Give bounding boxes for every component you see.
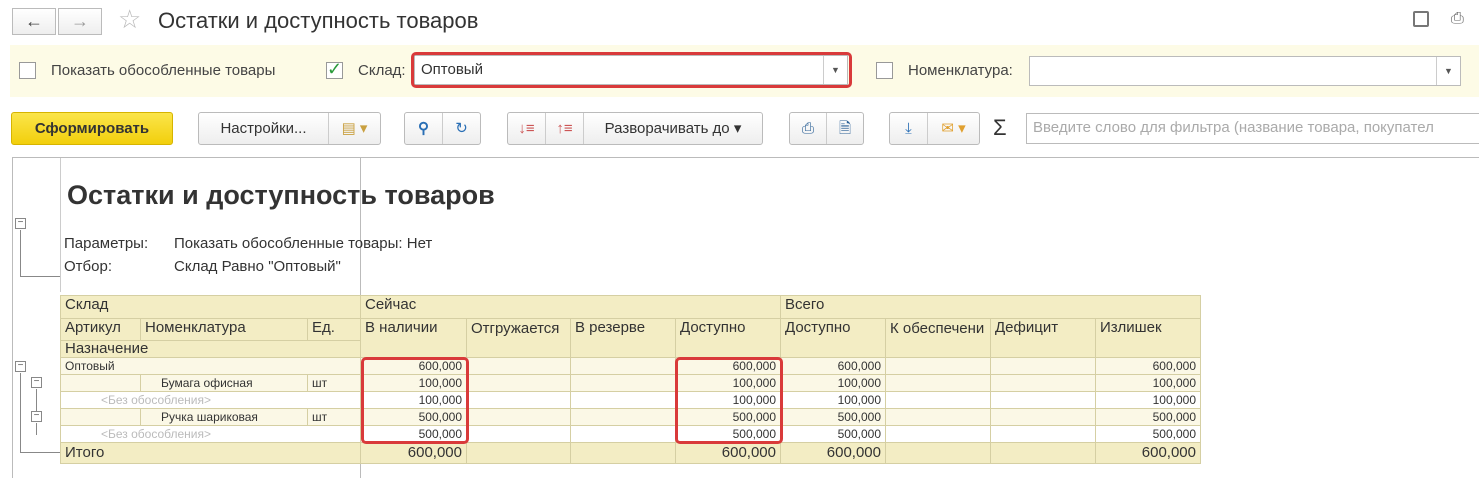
highlight-frame xyxy=(675,357,783,444)
nomenclature-checkbox[interactable] xyxy=(876,62,893,79)
warehouse-checkbox[interactable]: ✓ xyxy=(326,60,343,79)
col-now: Сейчас xyxy=(360,295,781,319)
report-title: Остатки и доступность товаров xyxy=(67,180,495,210)
total-row: Итого 600,000 600,000 600,000 600,000 xyxy=(60,442,1201,464)
cell-total-available: 100,000 xyxy=(780,374,886,392)
show-isolated-checkbox[interactable] xyxy=(19,62,36,79)
cell-total-available: 500,000 xyxy=(780,408,886,426)
col-ed: Ед. xyxy=(307,318,361,341)
cell-surplus: 600,000 xyxy=(1095,357,1201,375)
total-available: 600,000 xyxy=(675,442,781,464)
forward-button[interactable]: → xyxy=(58,8,102,35)
expand-group: ↓≡ ↑≡ Разворачивать до ▾ xyxy=(507,112,763,145)
total-surplus: 600,000 xyxy=(1095,442,1201,464)
expand-to-button[interactable]: Разворачивать до ▾ xyxy=(584,113,762,144)
collapse-icon[interactable]: − xyxy=(15,218,26,229)
col-purpose: Назначение xyxy=(60,340,361,358)
table-row[interactable]: Оптовый 600,000 600,000 600,000 600,000 xyxy=(60,357,1201,375)
search-icon[interactable]: ⚲ xyxy=(405,113,443,144)
settings-button[interactable]: Настройки... xyxy=(199,113,329,144)
print-preview-icon[interactable]: 🗎 xyxy=(827,113,863,144)
row-name: Оптовый xyxy=(60,357,361,375)
search-next-icon[interactable]: ↻ xyxy=(443,113,480,144)
col-shipping: Отгружается xyxy=(466,318,571,358)
warehouse-label: Склад: xyxy=(358,62,406,79)
highlight-frame xyxy=(361,357,469,444)
cell-total-available: 500,000 xyxy=(780,425,886,443)
variant-icon[interactable]: ▤ ▾ xyxy=(329,113,380,144)
collapse-all-icon[interactable]: ↑≡ xyxy=(546,113,584,144)
row-name: Ручка шариковая xyxy=(140,408,308,426)
col-available: Доступно xyxy=(675,318,781,358)
total-total-available: 600,000 xyxy=(780,442,886,464)
chevron-down-icon[interactable]: ▼ xyxy=(1436,57,1460,85)
report-table: Склад Сейчас Всего Артикул Номенклатура Ед. … xyxy=(60,295,1201,464)
collapse-icon[interactable]: − xyxy=(31,377,42,388)
col-surplus: Излишек xyxy=(1095,318,1201,358)
save-icon[interactable] xyxy=(1413,11,1429,27)
cell-surplus: 100,000 xyxy=(1095,374,1201,392)
table-row[interactable]: Ручка шариковая шт 500,000 500,000 500,000 50… xyxy=(60,408,1201,426)
collapse-icon[interactable]: − xyxy=(15,361,26,372)
export-group: ⤓ ✉ ▾ xyxy=(889,112,980,145)
search-group: ⚲ ↻ xyxy=(404,112,481,145)
download-icon[interactable]: ⤓ xyxy=(890,113,928,144)
filter-input[interactable]: Введите слово для фильтра (название това… xyxy=(1026,113,1479,144)
page-title: Остатки и доступность товаров xyxy=(158,8,479,33)
print-icon[interactable]: ⎙ xyxy=(1451,10,1464,28)
collapse-icon[interactable]: − xyxy=(31,411,42,422)
favorite-star-icon[interactable]: ☆ xyxy=(118,4,141,35)
sum-icon[interactable]: Σ xyxy=(993,115,1007,141)
col-deficit: Дефицит xyxy=(990,318,1096,358)
cell-total-available: 600,000 xyxy=(780,357,886,375)
col-nomenklatura: Номенклатура xyxy=(140,318,308,341)
generate-button[interactable]: Сформировать xyxy=(11,112,173,145)
col-reserved: В резерве xyxy=(570,318,676,358)
highlight-frame xyxy=(411,52,852,88)
cell-surplus: 500,000 xyxy=(1095,425,1201,443)
row-unit: шт xyxy=(307,374,361,392)
params-value: Показать обособленные товары: Нет xyxy=(174,235,433,252)
table-row[interactable]: <Без обособления> 500,000 500,000 500,000 50… xyxy=(60,425,1201,443)
filter-value: Склад Равно "Оптовый" xyxy=(174,258,341,275)
print-icon[interactable]: ⎙ xyxy=(790,113,827,144)
nomenclature-select[interactable]: ▼ xyxy=(1029,56,1461,86)
filter-label: Отбор: xyxy=(64,258,112,275)
col-artikul: Артикул xyxy=(60,318,141,341)
col-in-stock: В наличии xyxy=(360,318,467,358)
params-label: Параметры: xyxy=(64,235,149,252)
total-in-stock: 600,000 xyxy=(360,442,467,464)
cell-surplus: 100,000 xyxy=(1095,391,1201,409)
col-to-provide: К обеспечени xyxy=(885,318,991,358)
table-row[interactable]: Бумага офисная шт 100,000 100,000 100,000 100… xyxy=(60,374,1201,392)
row-name: <Без обособления> xyxy=(60,391,361,409)
cell-total-available: 100,000 xyxy=(780,391,886,409)
mail-icon[interactable]: ✉ ▾ xyxy=(928,113,979,144)
expand-all-icon[interactable]: ↓≡ xyxy=(508,113,546,144)
nomenclature-label: Номенклатура: xyxy=(908,62,1013,79)
col-total: Всего xyxy=(780,295,1201,319)
back-button[interactable]: ← xyxy=(12,8,56,35)
expand-to-label: Разворачивать до xyxy=(604,120,730,137)
total-label: Итого xyxy=(60,442,361,464)
col-sklad: Склад xyxy=(60,295,361,319)
row-name: <Без обособления> xyxy=(60,425,361,443)
row-unit: шт xyxy=(307,408,361,426)
cell-surplus: 500,000 xyxy=(1095,408,1201,426)
col-total-available: Доступно xyxy=(780,318,886,358)
print-group: ⎙ 🗎 xyxy=(789,112,864,145)
show-isolated-label: Показать обособленные товары xyxy=(51,62,276,79)
table-row[interactable]: <Без обособления> 100,000 100,000 100,000 10… xyxy=(60,391,1201,409)
row-name: Бумага офисная xyxy=(140,374,308,392)
settings-group: Настройки... ▤ ▾ xyxy=(198,112,381,145)
